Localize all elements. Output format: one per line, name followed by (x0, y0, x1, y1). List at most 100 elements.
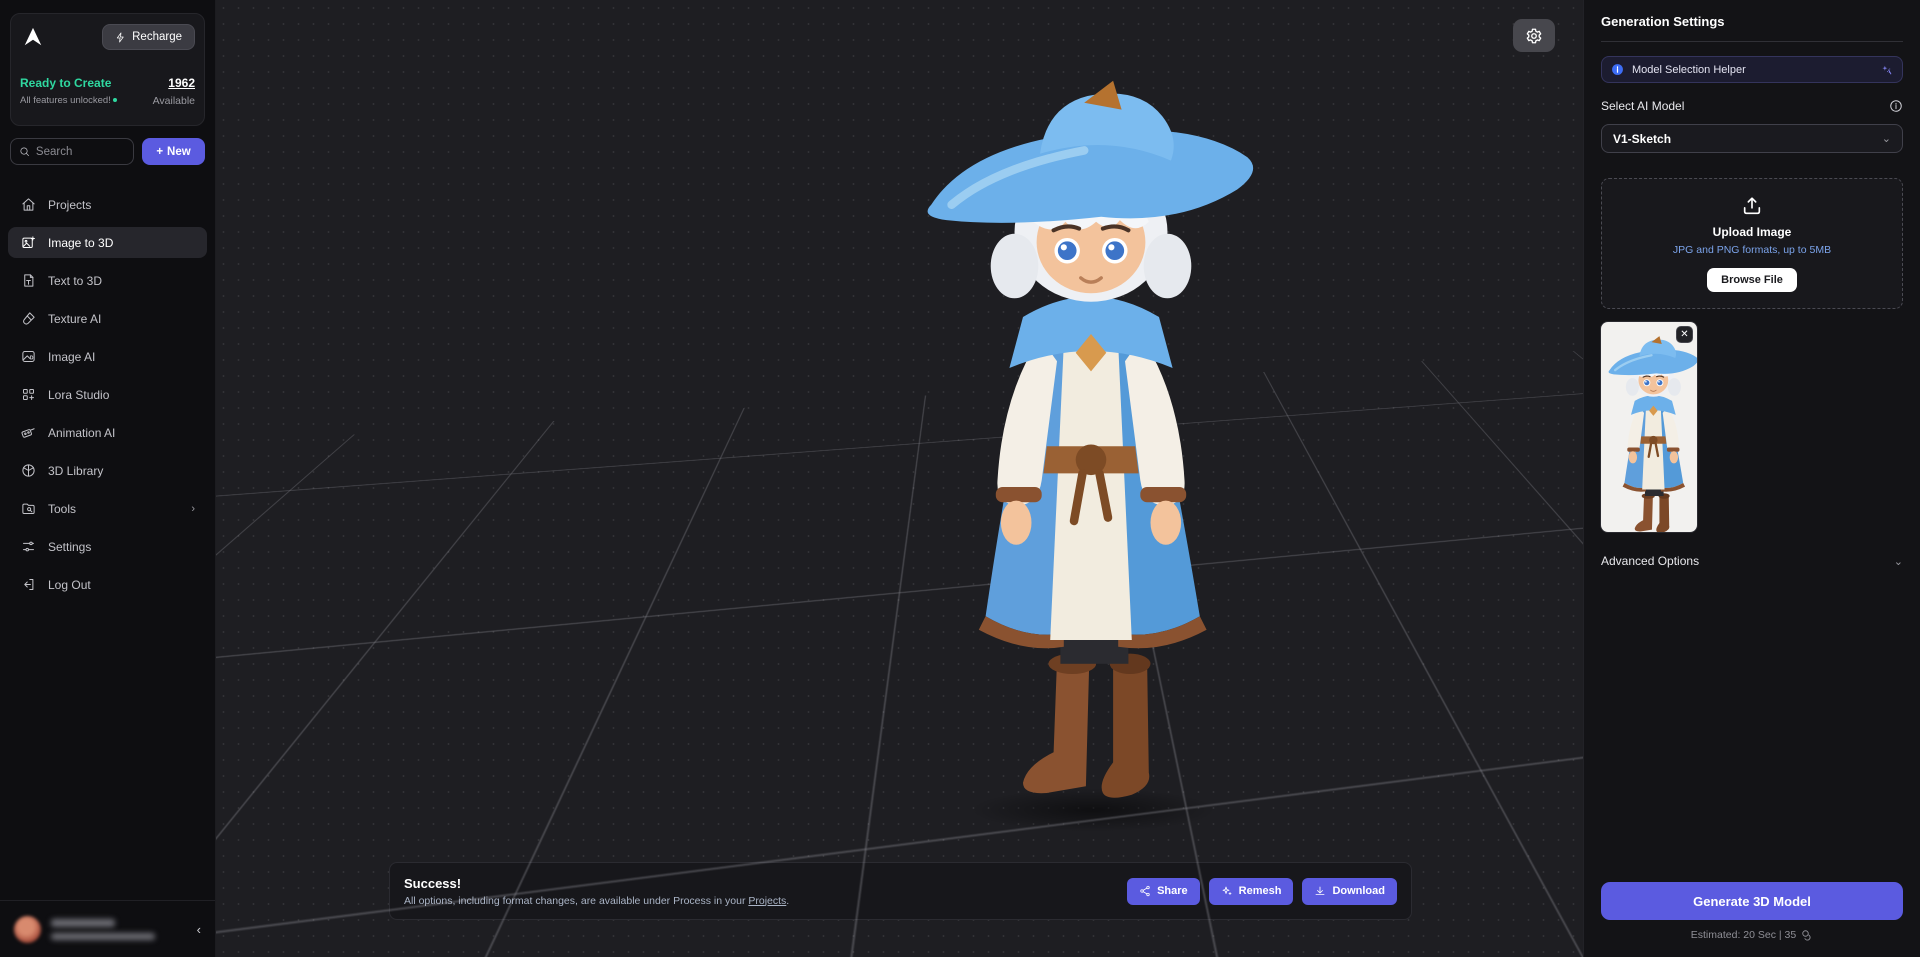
share-label: Share (1157, 885, 1188, 897)
new-button[interactable]: + New (142, 138, 205, 165)
download-label: Download (1332, 885, 1385, 897)
search-input[interactable] (36, 146, 125, 158)
estimate-row: Estimated: 20 Sec | 35 (1601, 929, 1903, 941)
username-blurred (51, 919, 115, 927)
credits-card: Recharge Ready to Create All features un… (10, 13, 205, 126)
sidebar-item-label: Tools (48, 502, 76, 516)
upload-title: Upload Image (1713, 225, 1792, 239)
brush-icon (20, 311, 36, 327)
sidebar-item-texture-ai[interactable]: Texture AI (8, 303, 207, 334)
projects-link[interactable]: Projects (748, 895, 786, 907)
sidebar-item-label: Text to 3D (48, 274, 102, 288)
credits-available-label: Available (153, 95, 195, 107)
sidebar-item-tools[interactable]: Tools › (8, 493, 207, 524)
sidebar-item-label: Settings (48, 540, 91, 554)
uploaded-image-thumbnail: ✕ (1601, 322, 1697, 532)
upload-dropzone[interactable]: Upload Image JPG and PNG formats, up to … (1601, 178, 1903, 309)
sidebar: Recharge Ready to Create All features un… (0, 0, 216, 957)
sliders-icon (20, 539, 36, 555)
advanced-options-label: Advanced Options (1601, 554, 1699, 568)
new-button-label: New (167, 146, 191, 158)
user-profile[interactable]: ‹ (0, 900, 215, 957)
sidebar-item-label: Lora Studio (48, 388, 109, 402)
toast-message: All options, including format changes, a… (404, 895, 1118, 907)
ai-model-dropdown[interactable]: V1-Sketch ⌄ (1601, 124, 1903, 153)
remove-image-button[interactable]: ✕ (1676, 326, 1693, 343)
panel-title: Generation Settings (1601, 14, 1903, 42)
download-button[interactable]: Download (1302, 878, 1397, 905)
home-icon (20, 197, 36, 213)
user-email-blurred (51, 933, 155, 940)
select-ai-model-label: Select AI Model (1601, 99, 1684, 113)
sidebar-item-animation-ai[interactable]: Animation AI (8, 417, 207, 448)
avatar (14, 916, 41, 943)
share-button[interactable]: Share (1127, 878, 1200, 905)
sidebar-item-image-ai[interactable]: Image AI (8, 341, 207, 372)
chevron-down-icon: ⌄ (1882, 132, 1891, 145)
sidebar-nav: Projects Image to 3D Text to 3D Texture … (0, 189, 215, 900)
grid-icon (20, 387, 36, 403)
sidebar-item-label: Log Out (48, 578, 91, 592)
generate-3d-model-button[interactable]: Generate 3D Model (1601, 882, 1903, 920)
download-icon (1314, 885, 1326, 897)
sidebar-item-label: Image AI (48, 350, 95, 364)
sidebar-item-projects[interactable]: Projects (8, 189, 207, 220)
image-3d-icon (20, 235, 36, 251)
cube-icon (20, 463, 36, 479)
sidebar-item-label: Image to 3D (48, 236, 113, 250)
generation-settings-panel: Generation Settings Model Selection Help… (1583, 0, 1920, 957)
recharge-label: Recharge (132, 31, 182, 43)
sidebar-item-settings[interactable]: Settings (8, 531, 207, 562)
floor-grid (216, 0, 1583, 497)
film-icon (20, 425, 36, 441)
ai-model-value: V1-Sketch (1613, 132, 1671, 146)
app-logo-icon (20, 24, 46, 50)
magic-sparkle-icon (1880, 63, 1893, 76)
credits-amount[interactable]: 1962 (153, 76, 195, 90)
sidebar-collapse-button[interactable]: ‹ (197, 922, 201, 937)
logout-icon (20, 577, 36, 593)
sidebar-item-label: Projects (48, 198, 91, 212)
gear-icon (1525, 27, 1543, 45)
text-3d-icon (20, 273, 36, 289)
upload-icon (1741, 195, 1763, 217)
info-icon (1611, 63, 1624, 76)
credits-title: Ready to Create (20, 76, 117, 90)
sidebar-item-lora-studio[interactable]: Lora Studio (8, 379, 207, 410)
toast-title: Success! (404, 876, 1118, 891)
viewport-settings-button[interactable] (1513, 19, 1555, 52)
sidebar-item-label: Texture AI (48, 312, 101, 326)
success-toast: Success! All options, including format c… (389, 862, 1412, 920)
helper-label: Model Selection Helper (1632, 64, 1872, 76)
browse-file-button[interactable]: Browse File (1707, 268, 1797, 292)
folder-search-icon (20, 501, 36, 517)
coins-icon (1801, 929, 1813, 941)
search-input-wrapper (10, 138, 134, 165)
viewport-3d-canvas[interactable]: Success! All options, including format c… (216, 0, 1583, 957)
sidebar-item-label: Animation AI (48, 426, 115, 440)
witch-character-model (921, 62, 1261, 810)
sidebar-item-text-to-3d[interactable]: Text to 3D (8, 265, 207, 296)
estimate-text: Estimated: 20 Sec | 35 (1691, 929, 1796, 941)
lightning-icon (115, 32, 126, 43)
upload-hint: JPG and PNG formats, up to 5MB (1673, 244, 1831, 256)
sidebar-item-3d-library[interactable]: 3D Library (8, 455, 207, 486)
uploaded-character-preview (1601, 322, 1697, 532)
status-dot (113, 98, 117, 102)
model-selection-helper[interactable]: Model Selection Helper (1601, 56, 1903, 83)
sidebar-item-image-to-3d[interactable]: Image to 3D (8, 227, 207, 258)
sparkle-icon (1221, 885, 1233, 897)
sidebar-item-logout[interactable]: Log Out (8, 569, 207, 600)
advanced-options-toggle[interactable]: Advanced Options ⌄ (1601, 554, 1903, 568)
chevron-right-icon: › (191, 503, 195, 515)
plus-icon: + (156, 146, 163, 158)
search-icon (19, 145, 30, 158)
remesh-button[interactable]: Remesh (1209, 878, 1294, 905)
remesh-label: Remesh (1239, 885, 1282, 897)
image-ai-icon (20, 349, 36, 365)
sidebar-item-label: 3D Library (48, 464, 103, 478)
share-icon (1139, 885, 1151, 897)
recharge-button[interactable]: Recharge (102, 24, 195, 50)
chevron-down-icon: ⌄ (1894, 555, 1903, 568)
info-circle-icon[interactable] (1889, 99, 1903, 113)
